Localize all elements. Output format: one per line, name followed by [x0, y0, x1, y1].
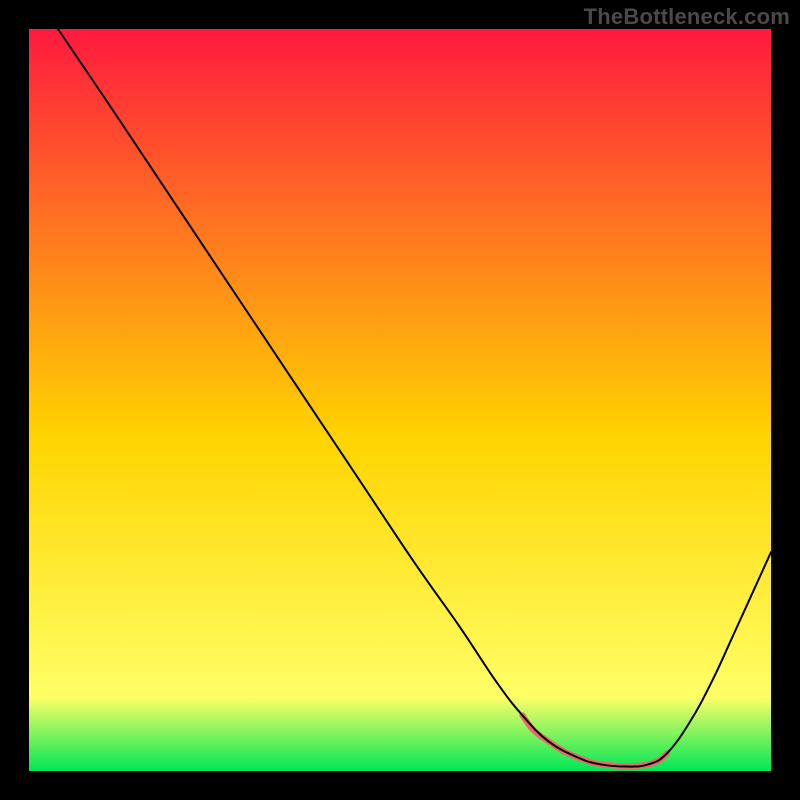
chart-svg [0, 0, 800, 800]
watermark-text: TheBottleneck.com [584, 4, 790, 30]
plot-background [29, 29, 771, 771]
chart-canvas: TheBottleneck.com [0, 0, 800, 800]
